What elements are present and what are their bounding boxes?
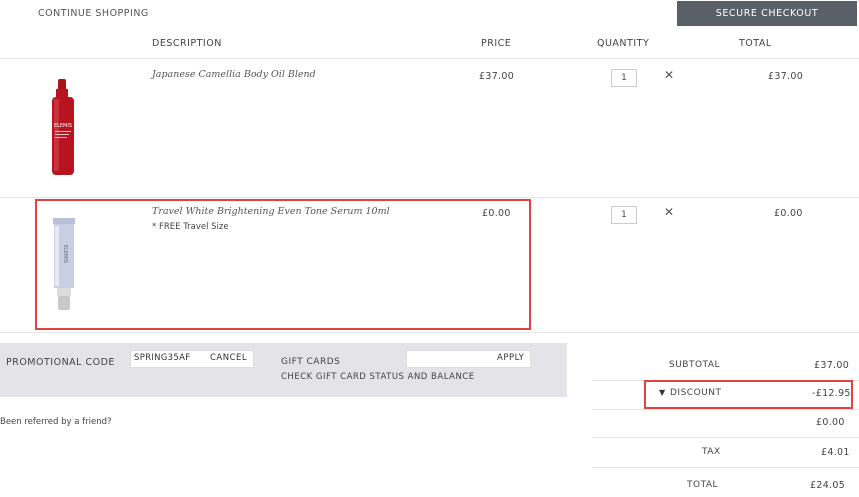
product-image-body-oil[interactable]: ELEMIS — [40, 79, 86, 179]
tax-value: £4.01 — [821, 447, 850, 458]
svg-text:ELEMIS: ELEMIS — [54, 123, 72, 129]
close-icon[interactable]: ✕ — [664, 205, 674, 219]
summary-divider — [592, 437, 859, 438]
free-size-note: * FREE Travel Size — [152, 222, 229, 232]
discount-toggle[interactable]: DISCOUNT — [670, 388, 721, 398]
column-price: PRICE — [481, 38, 512, 49]
referral-text[interactable]: Been referred by a friend? — [0, 417, 112, 427]
cancel-button[interactable]: CANCEL — [210, 353, 247, 363]
discount-value: -£12.95 — [812, 388, 851, 399]
continue-shopping-link[interactable]: CONTINUE SHOPPING — [38, 8, 149, 19]
order-summary: SUBTOTAL £37.00 ▼ DISCOUNT -£12.95 £0.00… — [592, 345, 859, 497]
check-gift-card-link[interactable]: CHECK GIFT CARD STATUS AND BALANCE — [281, 372, 475, 382]
item-name[interactable]: Japanese Camellia Body Oil Blend — [152, 69, 316, 80]
total-label: TOTAL — [687, 480, 719, 490]
item-total: £37.00 — [768, 71, 804, 82]
subtotal-value: £37.00 — [814, 360, 850, 371]
item-name[interactable]: Travel White Brightening Even Tone Serum… — [152, 206, 390, 217]
promo-code-field[interactable]: SPRING35AF CANCEL — [130, 350, 254, 368]
promo-section: PROMOTIONAL CODE SPRING35AF CANCEL GIFT … — [0, 343, 567, 397]
item-total: £0.00 — [774, 208, 803, 219]
extra-value: £0.00 — [816, 417, 845, 428]
quantity-input[interactable]: 1 — [611, 69, 637, 87]
triangle-down-icon[interactable]: ▼ — [659, 388, 665, 397]
item-price: £37.00 — [479, 71, 515, 82]
highlight-box — [35, 199, 531, 330]
column-description: DESCRIPTION — [152, 38, 222, 49]
top-bar: CONTINUE SHOPPING SECURE CHECKOUT — [0, 0, 859, 30]
total-value: £24.05 — [810, 480, 846, 491]
tax-label: TAX — [702, 447, 721, 457]
promo-code-value: SPRING35AF — [134, 353, 191, 363]
item-price: £0.00 — [482, 208, 511, 219]
cart-item-row: ELEMIS Travel White Brightening Even Ton… — [0, 198, 859, 331]
apply-button[interactable]: APPLY — [497, 353, 524, 363]
product-image-serum[interactable]: ELEMIS — [45, 214, 85, 314]
secure-checkout-button[interactable]: SECURE CHECKOUT — [677, 1, 857, 26]
column-quantity: QUANTITY — [597, 38, 650, 49]
summary-divider — [592, 467, 859, 468]
gift-card-input[interactable]: APPLY — [406, 350, 531, 368]
gift-cards-label: GIFT CARDS — [281, 357, 341, 367]
promo-code-label: PROMOTIONAL CODE — [6, 357, 115, 368]
cart-item-row: ELEMIS Japanese Camellia Body Oil Blend … — [0, 59, 859, 197]
close-icon[interactable]: ✕ — [664, 68, 674, 82]
svg-text:ELEMIS: ELEMIS — [62, 245, 68, 263]
row-divider — [0, 332, 859, 333]
summary-divider — [592, 409, 859, 410]
quantity-input[interactable]: 1 — [611, 206, 637, 224]
column-total: TOTAL — [739, 38, 772, 49]
subtotal-label: SUBTOTAL — [669, 360, 721, 370]
